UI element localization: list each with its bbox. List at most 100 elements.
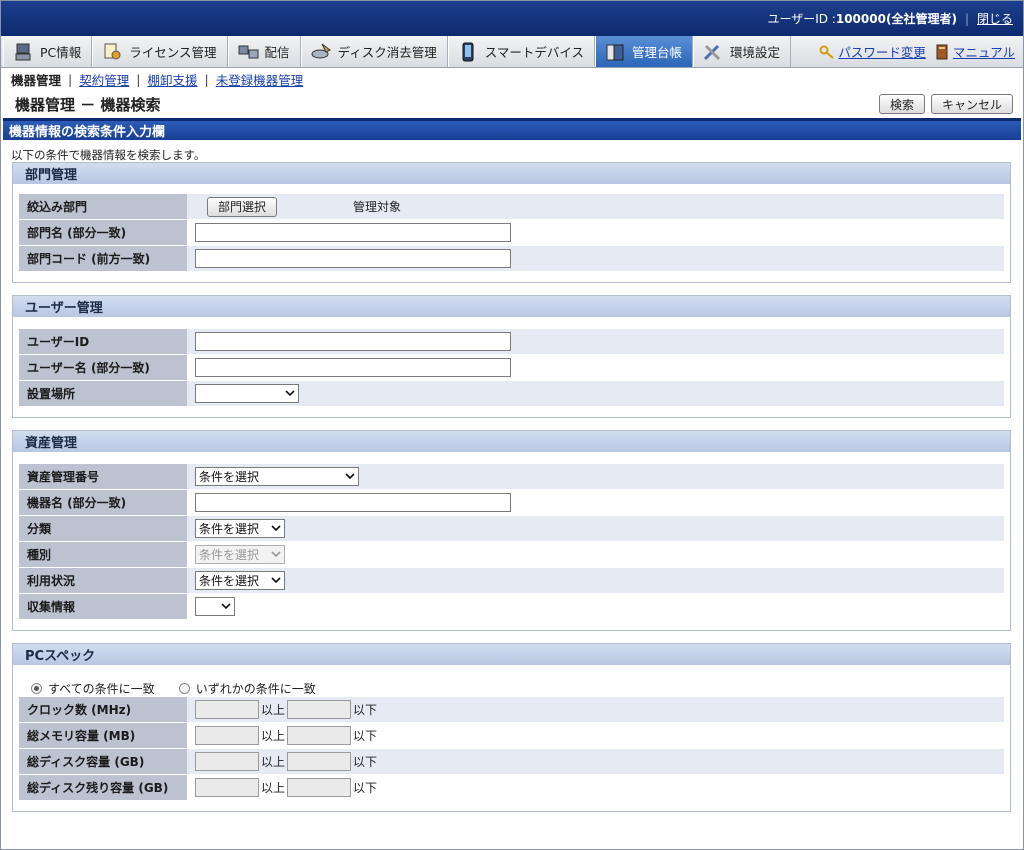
nav-links: パスワード変更 マニュアル xyxy=(811,36,1023,67)
dept-select-button[interactable]: 部門選択 xyxy=(207,196,278,217)
subnav-current: 機器管理 xyxy=(11,72,62,88)
spec-group-title: PCスペック xyxy=(13,644,1010,665)
memory-max-input[interactable] xyxy=(287,726,352,745)
class-row: 分類 条件を選択 xyxy=(19,516,1004,542)
main-nav: PC情報 ライセンス管理 配信 ディスク消去管理 スマートデバイス 管理台帳 環… xyxy=(1,36,1023,68)
manual-link[interactable]: マニュアル xyxy=(934,42,1015,61)
type-select: 条件を選択 xyxy=(195,545,285,564)
spec-row-disk-free: 総ディスク残り容量 (GB) 以上 以下 xyxy=(19,775,1004,801)
spec-clock-label: クロック数 (MHz) xyxy=(19,697,187,723)
user-name-row: ユーザー名 (部分一致) xyxy=(19,355,1004,381)
password-change-link[interactable]: パスワード変更 xyxy=(819,42,926,61)
tab-label: 環境設定 xyxy=(729,45,780,60)
type-row: 種別 条件を選択 xyxy=(19,542,1004,568)
location-select[interactable] xyxy=(195,384,299,403)
disk-free-max-input[interactable] xyxy=(287,778,352,797)
chevron-down-icon xyxy=(271,577,281,584)
spec-row-disk: 総ディスク容量 (GB) 以上 以下 xyxy=(19,749,1004,775)
subnav-inventory-link[interactable]: 棚卸支援 xyxy=(147,70,197,89)
dept-filter-row: 絞込み部門 部門選択 管理対象 xyxy=(19,194,1004,220)
usage-select[interactable]: 条件を選択 xyxy=(195,571,285,590)
spec-row-memory: 総メモリ容量 (MB) 以上 以下 xyxy=(19,723,1004,749)
usage-row: 利用状況 条件を選択 xyxy=(19,568,1004,594)
close-link[interactable]: 閉じる xyxy=(977,10,1013,27)
cancel-button[interactable]: キャンセル xyxy=(930,94,1013,114)
tab-label: 配信 xyxy=(264,45,290,60)
manual-label: マニュアル xyxy=(952,45,1015,60)
tab-settings[interactable]: 環境設定 xyxy=(692,36,791,67)
section-header: 機器情報の検索条件入力欄 xyxy=(3,118,1021,140)
user-id-row: ユーザーID xyxy=(19,329,1004,355)
intro-text: 以下の条件で機器情報を検索します。 xyxy=(11,148,206,162)
user-name-input[interactable] xyxy=(195,358,511,377)
tab-label: スマートデバイス xyxy=(484,45,584,60)
password-change-label: パスワード変更 xyxy=(838,45,926,60)
user-id-value: 100000(全社管理者) xyxy=(835,12,957,26)
dept-group: 部門管理 絞込み部門 部門選択 管理対象 部門名 (部分一致) 部門コード (前… xyxy=(12,162,1011,283)
collect-select[interactable] xyxy=(195,597,235,616)
tab-smart-device[interactable]: スマートデバイス xyxy=(447,36,595,67)
device-name-input[interactable] xyxy=(195,493,511,512)
device-name-row: 機器名 (部分一致) xyxy=(19,490,1004,516)
delivery-icon xyxy=(238,45,259,58)
user-name-label: ユーザー名 (部分一致) xyxy=(19,355,187,381)
memory-min-input[interactable] xyxy=(195,726,259,745)
subnav-contract-link[interactable]: 契約管理 xyxy=(79,70,129,89)
tab-label: ディスク消去管理 xyxy=(337,45,437,60)
tab-disk-erase[interactable]: ディスク消去管理 xyxy=(300,36,448,67)
collect-label: 収集情報 xyxy=(19,594,187,620)
dept-name-input[interactable] xyxy=(195,223,511,242)
disk-erase-icon xyxy=(311,43,331,58)
dept-target-text: 管理対象 xyxy=(353,200,402,214)
dept-group-title: 部門管理 xyxy=(13,163,1010,184)
asset-group: 資産管理 資産管理番号 条件を選択 機器名 (部分一致) 分類 条件を選択 種別… xyxy=(12,430,1011,631)
asset-group-title: 資産管理 xyxy=(13,431,1010,452)
disk-free-min-input[interactable] xyxy=(195,778,259,797)
user-id-field-label: ユーザーID xyxy=(19,329,187,355)
radio-any-condition[interactable]: いずれかの条件に一致 xyxy=(178,680,316,697)
chevron-down-icon xyxy=(285,390,295,397)
chevron-down-icon xyxy=(271,551,281,558)
page-title: 機器管理 － 機器検索 xyxy=(15,95,161,114)
chevron-down-icon xyxy=(271,525,281,532)
asset-number-select[interactable]: 条件を選択 xyxy=(195,467,359,486)
dept-code-input[interactable] xyxy=(195,249,511,268)
clock-max-input[interactable] xyxy=(287,700,352,719)
tab-pc-info[interactable]: PC情報 xyxy=(3,36,93,67)
spec-group: PCスペック すべての条件に一致 いずれかの条件に一致 クロック数 (MHz) … xyxy=(12,643,1011,812)
license-icon xyxy=(104,43,121,59)
radio-dot-icon xyxy=(31,682,42,694)
clock-min-input[interactable] xyxy=(195,700,259,719)
dept-code-row: 部門コード (前方一致) xyxy=(19,246,1004,272)
tab-label: ライセンス管理 xyxy=(129,45,217,60)
disk-min-input[interactable] xyxy=(195,752,259,771)
smart-device-icon xyxy=(462,42,474,61)
user-id-input[interactable] xyxy=(195,332,511,351)
dept-name-row: 部門名 (部分一致) xyxy=(19,220,1004,246)
title-row: 機器管理 － 機器検索 検索 キャンセル xyxy=(1,90,1023,118)
ledger-icon xyxy=(606,44,624,60)
class-select[interactable]: 条件を選択 xyxy=(195,519,285,538)
tab-ledger[interactable]: 管理台帳 xyxy=(594,36,693,67)
type-label: 種別 xyxy=(19,542,187,568)
search-button[interactable]: 検索 xyxy=(878,94,925,114)
disk-max-input[interactable] xyxy=(287,752,352,771)
tab-label: 管理台帳 xyxy=(631,45,682,60)
collect-row: 収集情報 xyxy=(19,594,1004,620)
spec-row-clock: クロック数 (MHz) 以上 以下 xyxy=(19,697,1004,723)
class-label: 分類 xyxy=(19,516,187,542)
tab-license[interactable]: ライセンス管理 xyxy=(92,36,228,67)
radio-dot-icon xyxy=(178,682,190,694)
app-window: ユーザーID : 100000(全社管理者) | 閉じる PC情報 ライセンス管… xyxy=(0,0,1024,850)
radio-all-conditions[interactable]: すべての条件に一致 xyxy=(31,680,155,697)
tab-delivery[interactable]: 配信 xyxy=(227,36,301,67)
user-group: ユーザー管理 ユーザーID ユーザー名 (部分一致) 設置場所 xyxy=(12,295,1011,418)
subnav-unregistered-link[interactable]: 未登録機器管理 xyxy=(216,70,304,89)
dept-name-label: 部門名 (部分一致) xyxy=(19,220,187,246)
device-name-label: 機器名 (部分一致) xyxy=(19,490,187,516)
spec-disk-label: 総ディスク容量 (GB) xyxy=(19,749,187,775)
sub-nav: 機器管理 | 契約管理 | 棚卸支援 | 未登録機器管理 xyxy=(11,70,304,89)
settings-icon xyxy=(703,44,721,60)
location-label: 設置場所 xyxy=(19,381,187,407)
asset-number-row: 資産管理番号 条件を選択 xyxy=(19,464,1004,490)
